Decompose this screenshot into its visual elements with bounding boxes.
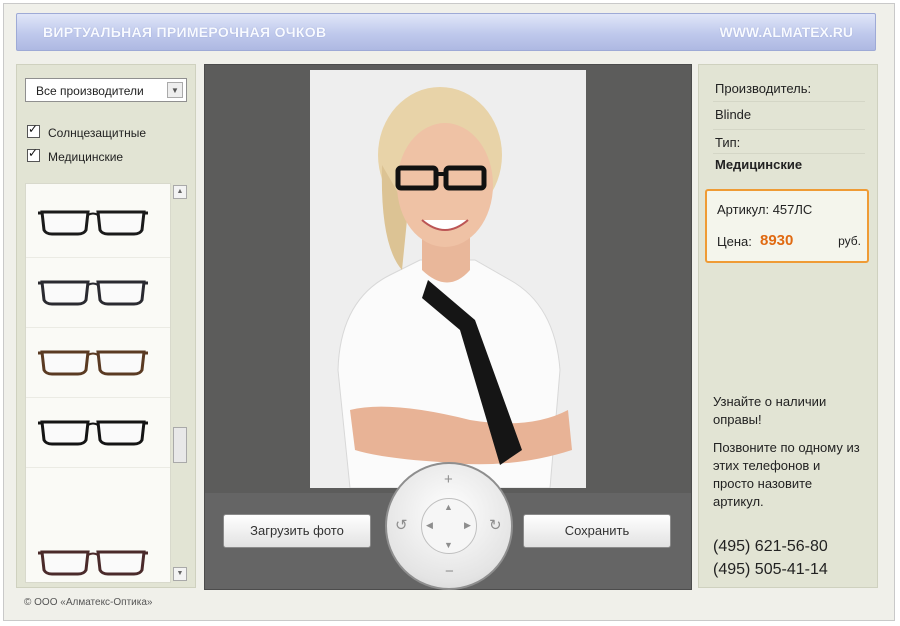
filter-panel: Все производители ▼ Солнцезащитные Медиц… [16,64,196,588]
manufacturer-label: Производитель: [715,81,812,96]
product-info-panel: Производитель: Blinde Тип: Медицинские А… [698,64,878,588]
manufacturer-select-value: Все производители [36,84,144,98]
upload-photo-button[interactable]: Загрузить фото [223,514,371,548]
rotate-right-icon[interactable]: ↻ [489,518,502,533]
availability-text: Узнайте о наличии оправы! [713,394,827,427]
availability-info: Узнайте о наличии оправы! Позвоните по о… [713,393,863,511]
preview-panel: Загрузить фото Сохранить + − ↺ ↻ ▲ ▼ ◀ ▶ [204,64,692,590]
move-pad[interactable]: ▲ ▼ ◀ ▶ [421,498,477,554]
copyright-text: © ООО «Алматекс-Оптика» [24,597,153,608]
chevron-down-icon[interactable]: ▼ [167,82,183,98]
header-bar: ВИРТУАЛЬНАЯ ПРИМЕРОЧНАЯ ОЧКОВ WWW.ALMATE… [16,13,876,51]
move-left-icon[interactable]: ◀ [426,521,433,530]
glasses-thumbnail[interactable] [26,332,170,398]
currency-label: руб. [838,234,861,248]
glasses-thumbnail[interactable] [26,402,170,468]
divider [713,153,865,154]
checkbox-sunglasses[interactable]: Солнцезащитные [27,122,147,140]
glasses-frame-icon [38,420,148,446]
model-portrait-image [310,70,586,488]
manufacturer-select[interactable]: Все производители ▼ [25,78,187,102]
save-button[interactable]: Сохранить [523,514,671,548]
divider [713,129,865,130]
article-number: Артикул: 457ЛС [717,202,813,217]
glasses-thumbnail[interactable] [26,192,170,258]
position-dial[interactable]: + − ↺ ↻ ▲ ▼ ◀ ▶ [385,462,513,590]
checkbox-medical-label: Медицинские [48,150,124,164]
price-box: Артикул: 457ЛС Цена: 8930 руб. [705,189,869,263]
type-value: Медицинские [715,157,803,172]
price-label: Цена: [717,234,752,249]
checkbox-checked-icon[interactable] [27,122,40,138]
scroll-up-icon[interactable]: ▲ [173,185,187,199]
scrollbar-thumb[interactable] [173,427,187,463]
zoom-in-icon[interactable]: + [444,472,453,487]
model-photo [310,70,586,488]
glasses-thumbnail[interactable] [26,532,170,582]
checkbox-sunglasses-label: Солнцезащитные [48,126,147,140]
site-link[interactable]: WWW.ALMATEX.RU [720,24,854,40]
price-value: 8930 [760,232,794,249]
glasses-frame-icon [38,350,148,376]
call-instructions: Позвоните по одному из этих телефонов и … [713,440,860,509]
manufacturer-value: Blinde [715,107,752,122]
app-title: ВИРТУАЛЬНАЯ ПРИМЕРОЧНАЯ ОЧКОВ [43,24,327,40]
glasses-frame-icon [38,210,148,236]
phone-number-2[interactable]: (495) 505-41-14 [713,561,828,579]
move-up-icon[interactable]: ▲ [444,503,453,512]
list-scrollbar[interactable]: ▲ ▼ [173,183,189,583]
move-down-icon[interactable]: ▼ [444,541,453,550]
move-right-icon[interactable]: ▶ [464,521,471,530]
type-label: Тип: [715,135,741,150]
rotate-left-icon[interactable]: ↺ [395,518,408,533]
checkbox-checked-icon[interactable] [27,146,40,162]
scroll-down-icon[interactable]: ▼ [173,567,187,581]
checkbox-medical[interactable]: Медицинские [27,146,124,164]
glasses-list [25,183,171,583]
divider [713,101,865,102]
glasses-frame-icon [38,550,148,576]
phone-number-1[interactable]: (495) 621-56-80 [713,538,828,556]
zoom-out-icon[interactable]: − [445,564,454,579]
glasses-frame-icon [38,280,148,306]
glasses-thumbnail[interactable] [26,262,170,328]
